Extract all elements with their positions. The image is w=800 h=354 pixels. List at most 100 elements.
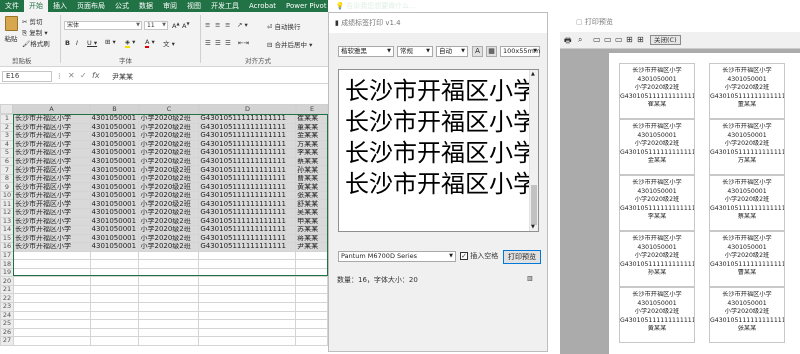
row-header[interactable]: 8 xyxy=(0,173,14,184)
cell-school[interactable]: 长沙市开福区小学 xyxy=(12,173,91,184)
row-header[interactable]: 13 xyxy=(0,216,14,227)
cell-class[interactable]: 小学2020级2班 xyxy=(138,182,200,192)
cell-id[interactable]: G430105111111111111 xyxy=(198,148,297,158)
cell-id[interactable] xyxy=(198,276,297,286)
cell-class[interactable] xyxy=(138,310,200,321)
row-header[interactable]: 22 xyxy=(0,293,14,304)
row-header[interactable]: 12 xyxy=(0,208,14,218)
cell-id[interactable]: G430105111111111111 xyxy=(198,139,297,150)
italic-button[interactable]: I xyxy=(76,39,78,47)
cell-name[interactable] xyxy=(295,284,328,295)
cell-school[interactable] xyxy=(12,267,91,278)
cell-id[interactable] xyxy=(198,310,297,321)
row-header[interactable]: 16 xyxy=(0,242,14,252)
tab-file[interactable]: 文件 xyxy=(0,0,24,12)
align-left-button[interactable]: ☰ xyxy=(205,39,211,47)
shrink-font-button[interactable]: A▼ xyxy=(182,21,190,30)
close-preview-button[interactable]: 关闭(C) xyxy=(650,35,681,45)
align-right-button[interactable]: ☰ xyxy=(225,39,231,47)
cell-id[interactable]: G430105111111111111 xyxy=(198,199,297,209)
row-header[interactable]: 2 xyxy=(0,122,14,133)
cell-id[interactable]: G430105111111111111 xyxy=(198,173,297,184)
cell-code[interactable]: 4301050001 xyxy=(89,233,140,244)
vertical-scrollbar[interactable]: ▲ ▼ xyxy=(529,70,538,231)
cell-code[interactable] xyxy=(89,284,140,295)
row-header[interactable]: 24 xyxy=(0,310,14,321)
cell-name[interactable]: 黄某某 xyxy=(295,182,328,192)
cell-id[interactable]: G430105111111111111 xyxy=(198,233,297,244)
cell-id[interactable] xyxy=(198,327,297,338)
scroll-up-icon[interactable]: ▲ xyxy=(531,71,535,77)
cell-id[interactable] xyxy=(198,302,297,312)
cell-school[interactable]: 长沙市开福区小学 xyxy=(12,182,91,192)
row-header[interactable]: 10 xyxy=(0,190,14,201)
paper-size-select[interactable]: 100x55mm ▼ xyxy=(500,46,540,57)
cell-class[interactable]: 小学2020级2班 xyxy=(138,114,200,124)
two-pages-icon[interactable]: ▭ xyxy=(604,35,612,44)
cell-id[interactable] xyxy=(198,293,297,304)
corner-select-all[interactable] xyxy=(0,104,13,114)
cell-id[interactable]: G430105111111111111 xyxy=(198,225,297,235)
name-box-dropdown-icon[interactable]: ⋮ xyxy=(56,72,63,80)
one-page-icon[interactable]: ▭ xyxy=(593,35,601,44)
row-header[interactable]: 17 xyxy=(0,250,14,261)
cell-code[interactable] xyxy=(89,327,140,338)
insert-blank-checkbox[interactable]: ✓ 插入空格 xyxy=(460,251,498,261)
cell-school[interactable]: 长沙市开福区小学 xyxy=(12,165,91,175)
cell-school[interactable] xyxy=(12,302,91,312)
tab-formulas[interactable]: 公式 xyxy=(110,0,134,12)
column-header-c[interactable]: C xyxy=(139,104,199,114)
font-color-button[interactable]: A ▾ xyxy=(145,38,155,48)
tab-data[interactable]: 数据 xyxy=(134,0,158,12)
cell-code[interactable]: 4301050001 xyxy=(89,131,140,141)
cell-name[interactable] xyxy=(295,336,328,346)
fill-color-button[interactable]: ◈ ▾ xyxy=(125,38,135,48)
cell-class[interactable]: 小学2020级2班 xyxy=(138,139,200,150)
cell-class[interactable]: 小学2020级2班 xyxy=(138,199,200,209)
cell-school[interactable]: 长沙市开福区小学 xyxy=(12,114,91,124)
row-header[interactable]: 3 xyxy=(0,131,14,141)
cell-name[interactable] xyxy=(295,250,328,261)
row-header[interactable]: 1 xyxy=(0,114,14,124)
cell-code[interactable] xyxy=(89,267,140,278)
cell-school[interactable] xyxy=(12,250,91,261)
row-header[interactable]: 5 xyxy=(0,148,14,158)
row-header[interactable]: 26 xyxy=(0,327,14,338)
cell-name[interactable]: 吴某某 xyxy=(295,208,328,218)
align-top-button[interactable]: ≡ xyxy=(205,21,210,29)
column-header-b[interactable]: B xyxy=(90,104,139,114)
cell-name[interactable]: 苏某某 xyxy=(295,225,328,235)
cell-school[interactable]: 长沙市开福区小学 xyxy=(12,242,91,252)
cell-school[interactable]: 长沙市开福区小学 xyxy=(12,148,91,158)
four-pages-icon[interactable]: ⊞ xyxy=(626,35,633,44)
column-header-d[interactable]: D xyxy=(199,104,296,114)
cell-code[interactable] xyxy=(89,302,140,312)
printer-icon[interactable]: 🖶 xyxy=(564,35,572,49)
cell-name[interactable]: 李某某 xyxy=(295,148,328,158)
printer-select[interactable]: Pantum M6700D Series ▼ xyxy=(338,251,456,262)
zoom-icon[interactable]: ⌕ xyxy=(578,35,582,45)
tab-power-pivot[interactable]: Power Pivot xyxy=(281,0,332,12)
cell-school[interactable]: 长沙市开福区小学 xyxy=(12,131,91,141)
cell-school[interactable]: 长沙市开福区小学 xyxy=(12,216,91,227)
cell-class[interactable]: 小学2020级2班 xyxy=(138,233,200,244)
tell-me-search[interactable]: 💡 告诉我您想要做什么... xyxy=(332,0,421,12)
column-header-a[interactable]: A xyxy=(13,104,90,114)
cell-name[interactable] xyxy=(295,293,328,304)
cell-code[interactable] xyxy=(89,336,140,346)
cell-class[interactable] xyxy=(138,276,200,286)
cell-class[interactable]: 小学2020级2班 xyxy=(138,131,200,141)
function-icon[interactable]: fx xyxy=(92,71,100,80)
cell-id[interactable] xyxy=(198,250,297,261)
row-header[interactable]: 23 xyxy=(0,302,14,312)
cell-id[interactable] xyxy=(198,336,297,346)
tab-review[interactable]: 审阅 xyxy=(158,0,182,12)
row-header[interactable]: 18 xyxy=(0,259,14,269)
cell-school[interactable] xyxy=(12,310,91,321)
row-header[interactable]: 7 xyxy=(0,165,14,175)
cell-name[interactable] xyxy=(295,327,328,338)
orientation-button[interactable]: ↗ ▾ xyxy=(237,21,248,29)
cell-code[interactable]: 4301050001 xyxy=(89,114,140,124)
cell-name[interactable] xyxy=(295,259,328,269)
cell-class[interactable] xyxy=(138,319,200,329)
